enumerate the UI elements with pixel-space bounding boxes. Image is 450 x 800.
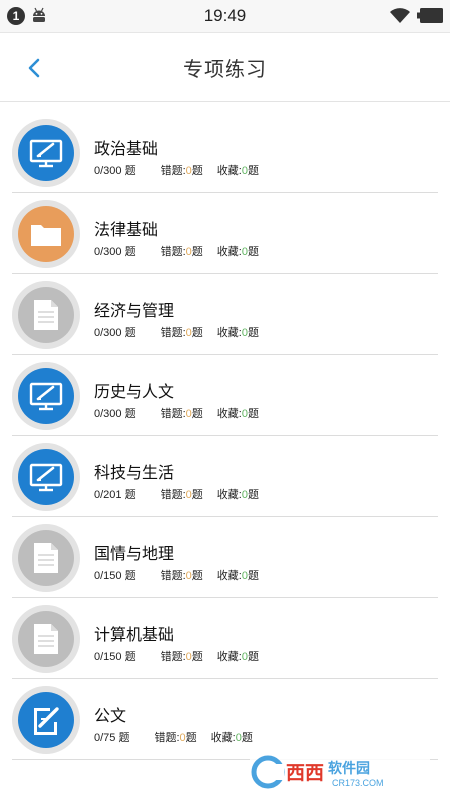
fav-unit: 题: [247, 165, 259, 177]
folder-icon-glyph: [31, 225, 61, 246]
watermark-brand: 西西: [286, 763, 324, 784]
watermark-logo: 西西 软件园 CR173.COM: [250, 753, 430, 791]
watermark-suffix: 软件园: [328, 760, 370, 777]
category-name: 国情与地理: [94, 544, 175, 563]
fav-unit: 题: [247, 246, 259, 258]
fav-label: 收藏:: [216, 489, 242, 501]
category-stats: 0/150 题错题:0题 收藏:0题: [94, 648, 259, 664]
document-icon: [18, 530, 74, 586]
battery-icon: [417, 8, 443, 23]
monitor-pen-icon-glyph: [29, 382, 63, 411]
document-icon: [18, 287, 74, 343]
fav-label: 收藏:: [210, 732, 236, 744]
progress-count: 0/150 题: [94, 570, 136, 582]
wifi-icon: [390, 8, 410, 23]
category-stats: 0/300 题错题:0题 收藏:0题: [94, 405, 259, 421]
wrong-unit: 题: [191, 408, 203, 420]
folder-icon: [18, 206, 74, 262]
document-icon-glyph: [34, 543, 58, 573]
monitor-pen-icon: [18, 449, 74, 505]
fav-unit: 题: [247, 489, 259, 501]
fav-label: 收藏:: [216, 408, 242, 420]
wrong-label: 错题:: [160, 246, 186, 258]
progress-count: 0/300 题: [94, 408, 136, 420]
category-stats: 0/300 题错题:0题 收藏:0题: [94, 162, 259, 178]
category-icon-ring: [12, 200, 80, 268]
fav-label: 收藏:: [216, 246, 242, 258]
list-item[interactable]: 历史与人文 0/300 题错题:0题 收藏:0题: [0, 355, 450, 436]
category-name: 经济与管理: [94, 301, 175, 320]
fav-label: 收藏:: [216, 327, 242, 339]
category-icon-ring: [12, 443, 80, 511]
category-name: 政治基础: [94, 139, 159, 158]
monitor-pen-icon: [18, 368, 74, 424]
monitor-pen-icon-glyph: [29, 139, 63, 168]
list-item[interactable]: 法律基础 0/300 题错题:0题 收藏:0题: [0, 193, 450, 274]
monitor-pen-icon: [18, 125, 74, 181]
fav-unit: 题: [247, 408, 259, 420]
wrong-label: 错题:: [160, 165, 186, 177]
fav-unit: 题: [247, 327, 259, 339]
fav-label: 收藏:: [216, 651, 242, 663]
wrong-unit: 题: [185, 732, 197, 744]
fav-label: 收藏:: [216, 570, 242, 582]
category-icon-ring: [12, 281, 80, 349]
category-stats: 0/150 题错题:0题 收藏:0题: [94, 567, 259, 583]
category-stats: 0/300 题错题:0题 收藏:0题: [94, 243, 259, 259]
fav-unit: 题: [247, 651, 259, 663]
category-stats: 0/300 题错题:0题 收藏:0题: [94, 324, 259, 340]
list-item[interactable]: 政治基础 0/300 题错题:0题 收藏:0题: [0, 112, 450, 193]
category-list: 政治基础 0/300 题错题:0题 收藏:0题 法律基础 0/300 题错题:0题 收藏:…: [0, 112, 450, 760]
list-item[interactable]: 计算机基础 0/150 题错题:0题 收藏:0题: [0, 598, 450, 679]
document-icon: [18, 611, 74, 667]
wrong-unit: 题: [191, 570, 203, 582]
wrong-unit: 题: [191, 246, 203, 258]
wrong-unit: 题: [191, 165, 203, 177]
category-icon-ring: [12, 605, 80, 673]
monitor-pen-icon-glyph: [29, 463, 63, 492]
edit-note-icon-glyph: [34, 707, 59, 735]
fav-unit: 题: [241, 732, 253, 744]
list-item[interactable]: 经济与管理 0/300 题错题:0题 收藏:0题: [0, 274, 450, 355]
progress-count: 0/300 题: [94, 327, 136, 339]
page-title: 专项练习: [183, 57, 267, 81]
category-name: 历史与人文: [94, 382, 175, 401]
category-name: 科技与生活: [94, 463, 175, 482]
category-name: 公文: [94, 706, 127, 725]
progress-count: 0/300 题: [94, 246, 136, 258]
wrong-label: 错题:: [160, 570, 186, 582]
category-icon-ring: [12, 119, 80, 187]
category-icon-ring: [12, 524, 80, 592]
fav-label: 收藏:: [216, 165, 242, 177]
status-time: 19:49: [203, 6, 247, 25]
document-icon-glyph: [34, 624, 58, 654]
list-item[interactable]: 公文 0/75 题错题:0题 收藏:0题: [0, 679, 450, 760]
wrong-label: 错题:: [160, 408, 186, 420]
category-icon-ring: [12, 362, 80, 430]
wrong-label: 错题:: [160, 327, 186, 339]
fav-unit: 题: [247, 570, 259, 582]
document-icon-glyph: [34, 300, 58, 330]
wrong-label: 错题:: [154, 732, 180, 744]
category-name: 计算机基础: [94, 625, 175, 644]
wrong-unit: 题: [191, 489, 203, 501]
wrong-label: 错题:: [160, 489, 186, 501]
progress-count: 0/300 题: [94, 165, 136, 177]
list-item[interactable]: 科技与生活 0/201 题错题:0题 收藏:0题: [0, 436, 450, 517]
edit-note-icon: [18, 692, 74, 748]
category-name: 法律基础: [94, 220, 159, 239]
category-stats: 0/75 题错题:0题 收藏:0题: [94, 729, 253, 745]
category-icon-ring: [12, 686, 80, 754]
status-bar: 1 19:49: [0, 0, 450, 33]
watermark-site: CR173.COM: [332, 778, 384, 788]
wrong-unit: 题: [191, 651, 203, 663]
progress-count: 0/150 题: [94, 651, 136, 663]
header-bar: 专项练习: [0, 33, 450, 102]
progress-count: 0/201 题: [94, 489, 136, 501]
wrong-unit: 题: [191, 327, 203, 339]
wrong-label: 错题:: [160, 651, 186, 663]
list-item[interactable]: 国情与地理 0/150 题错题:0题 收藏:0题: [0, 517, 450, 598]
progress-count: 0/75 题: [94, 732, 130, 744]
category-stats: 0/201 题错题:0题 收藏:0题: [94, 486, 259, 502]
